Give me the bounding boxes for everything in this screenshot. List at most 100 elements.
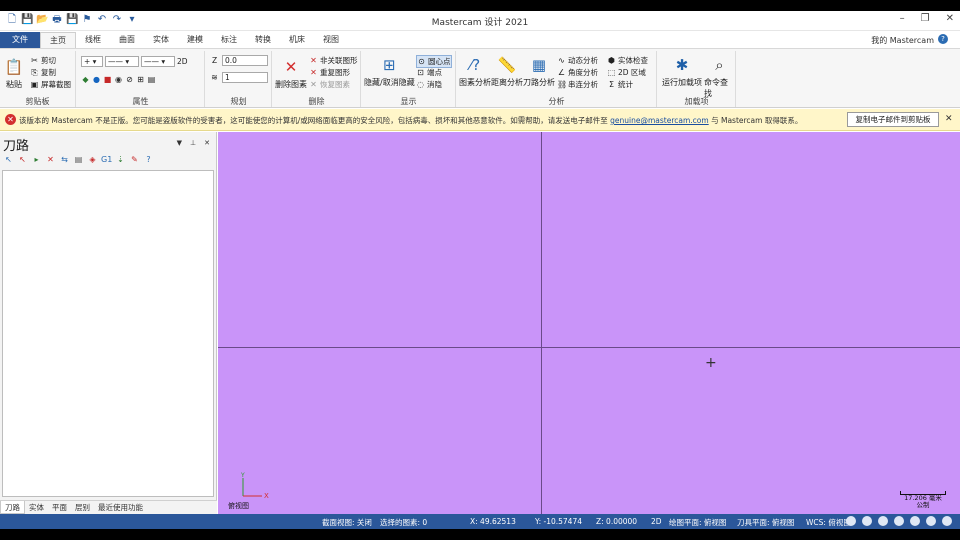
puzzle-icon: ✱ <box>675 56 689 74</box>
simulate-icon[interactable]: ◈ <box>87 154 98 165</box>
close-icon[interactable]: ✕ <box>204 139 210 147</box>
translucent-sphere-icon[interactable] <box>926 516 936 526</box>
gradient-icon[interactable]: ▤ <box>147 75 156 84</box>
x-coordinate: X: 49.62513 <box>470 517 516 526</box>
select-failed-icon[interactable]: ↖ <box>17 154 28 165</box>
solid-check-button[interactable]: ⬢ 实体检查 <box>607 55 648 66</box>
graphics-viewport[interactable]: + Y X 俯视图 17.206 毫米 公制 <box>218 132 960 514</box>
clear-color-icon[interactable]: ⊘ <box>125 75 134 84</box>
help-icon[interactable]: ? <box>143 154 154 165</box>
window-controls: – ❐ ✕ <box>900 13 954 24</box>
email-link[interactable]: genuine@mastercam.com <box>610 116 709 125</box>
panel-tab-recent[interactable]: 最近使用功能 <box>94 501 147 514</box>
blank-button[interactable]: ◌ 消隐 <box>416 79 442 90</box>
chain-analysis-button[interactable]: ⛓ 串连分析 <box>557 79 598 90</box>
post-icon[interactable]: G1 <box>101 154 112 165</box>
area-2d-button[interactable]: ⬚ 2D 区域 <box>607 67 646 78</box>
solid-sphere-icon[interactable] <box>942 516 952 526</box>
delete-ops-icon[interactable]: ✎ <box>129 154 140 165</box>
screenshot-button[interactable]: ▣ 屏幕截图 <box>30 79 71 90</box>
copy-email-button[interactable]: 复制电子邮件到剪贴板 <box>847 112 939 127</box>
entity-analysis-button[interactable]: ⁄? 图素分析 <box>459 55 491 88</box>
line-width-select[interactable]: —— ▾ <box>141 56 175 67</box>
endpoint-button[interactable]: ⊡ 端点 <box>416 67 442 78</box>
z-depth-input[interactable]: 0.0 <box>222 55 268 66</box>
panel-tab-solids[interactable]: 实体 <box>25 501 48 514</box>
statistics-button[interactable]: Σ 统计 <box>607 79 633 90</box>
tab-surfaces[interactable]: 曲面 <box>110 32 144 48</box>
minimize-icon[interactable]: – <box>900 13 905 24</box>
copy-button[interactable]: ⎘ 复制 <box>30 67 56 78</box>
pin-icon[interactable]: ⊥ <box>190 139 196 147</box>
title-bar: 🗋 💾 📂 🖶 💾 ⚑ ↶ ↷ ▾ Mastercam 设计 2021 – ❐ … <box>0 11 960 31</box>
point-color-icon[interactable]: ● <box>92 75 101 84</box>
tab-machine[interactable]: 机床 <box>280 32 314 48</box>
point-style-select[interactable]: + ▾ <box>81 56 103 67</box>
panel-tab-planes[interactable]: 平面 <box>48 501 71 514</box>
verify-icon[interactable]: ▤ <box>73 154 84 165</box>
cplane-status[interactable]: 绘图平面: 俯视图 <box>669 517 726 528</box>
globe-grid-icon[interactable] <box>862 516 872 526</box>
tab-wireframe[interactable]: 线框 <box>76 32 110 48</box>
cut-button[interactable]: ✂ 剪切 <box>30 55 56 66</box>
surface-color-icon[interactable]: ■ <box>103 75 112 84</box>
svg-text:X: X <box>264 492 269 498</box>
shaded-sphere-icon[interactable] <box>894 516 904 526</box>
view-name-label: 俯视图 <box>228 502 249 510</box>
wcs-status[interactable]: WCS: 俯视图 <box>806 517 851 528</box>
scale-unit: 公制 <box>916 501 930 509</box>
tab-drafting[interactable]: 标注 <box>212 32 246 48</box>
angle-analysis-button[interactable]: ∠ 角度分析 <box>557 67 598 78</box>
mode-2d-toggle[interactable]: 2D <box>177 57 188 66</box>
wire-color-icon[interactable]: ◆ <box>81 75 90 84</box>
dynamic-analysis-button[interactable]: ∿ 动态分析 <box>557 55 598 66</box>
tab-transform[interactable]: 转换 <box>246 32 280 48</box>
panel-title: 刀路 <box>3 139 30 154</box>
tab-home[interactable]: 主页 <box>40 32 76 48</box>
group-analyze: ⁄? 图素分析 📏 距离分析 ▦ 刀路分析 ∿ 动态分析 ∠ 角度分析 ⛓ 串连分析 … <box>457 51 657 107</box>
regenerate-icon[interactable]: ▸ <box>31 154 42 165</box>
run-addin-button[interactable]: ✱ 运行加载项 <box>662 55 702 88</box>
backplot-icon[interactable]: ⇆ <box>59 154 70 165</box>
delete-entity-button[interactable]: ✕ 删除图素 <box>275 57 307 90</box>
panel-tab-levels[interactable]: 层别 <box>71 501 94 514</box>
chevron-down-icon[interactable]: ▼ <box>177 139 182 147</box>
globe-icon[interactable] <box>846 516 856 526</box>
selected-entities-status: 选择的图素: 0 <box>380 518 428 527</box>
line-style-select[interactable]: —— ▾ <box>105 56 139 67</box>
tplane-status[interactable]: 刀具平面: 俯视图 <box>737 517 794 528</box>
non-assoc-button[interactable]: ✕ 非关联图形 <box>309 55 357 66</box>
level-input[interactable]: 1 <box>222 72 268 83</box>
paste-icon: 📋 <box>4 58 24 76</box>
restore-button[interactable]: ✕ 恢复图素 <box>309 79 350 90</box>
toolpath-analysis-button[interactable]: ▦ 刀路分析 <box>523 55 555 88</box>
toolpath-tree[interactable] <box>2 170 214 497</box>
mode-2d-status[interactable]: 2D <box>651 517 662 526</box>
chain-icon: ⛓ <box>557 80 568 89</box>
panel-tab-toolpaths[interactable]: 刀路 <box>0 501 25 514</box>
globe-alt-icon[interactable] <box>878 516 888 526</box>
section-view-status[interactable]: 截面视图: 关闭 <box>322 517 372 528</box>
close-icon[interactable]: ✕ <box>946 13 954 24</box>
solid-color-icon[interactable]: ◉ <box>114 75 123 84</box>
distance-analysis-button[interactable]: 📏 距离分析 <box>491 55 523 88</box>
tab-solids[interactable]: 实体 <box>144 32 178 48</box>
command-find-button[interactable]: ⌕ 命令查找 <box>704 55 735 99</box>
mastercam-window: 🗋 💾 📂 🖶 💾 ⚑ ↶ ↷ ▾ Mastercam 设计 2021 – ❐ … <box>0 11 960 529</box>
tab-view[interactable]: 视图 <box>314 32 348 48</box>
regenerate-dirty-icon[interactable]: ✕ <box>45 154 56 165</box>
highfeed-icon[interactable]: ⇣ <box>115 154 126 165</box>
hide-unhide-button[interactable]: ⊞ 隐藏/取消隐藏 <box>364 55 415 88</box>
restore-icon[interactable]: ❐ <box>921 13 930 24</box>
close-icon[interactable]: ✕ <box>945 114 953 124</box>
select-all-icon[interactable]: ↖ <box>3 154 14 165</box>
my-mastercam-link[interactable]: 我的 Mastercam <box>871 35 934 46</box>
help-icon[interactable]: ? <box>938 34 948 44</box>
tab-model-prep[interactable]: 建模 <box>178 32 212 48</box>
duplicate-button[interactable]: ✕ 重复图形 <box>309 67 350 78</box>
wire-sphere-icon[interactable] <box>910 516 920 526</box>
set-all-icon[interactable]: ⊞ <box>136 75 145 84</box>
endpoint-icon: ⊡ <box>417 68 424 77</box>
paste-button[interactable]: 📋 粘贴 <box>4 57 24 90</box>
tab-file[interactable]: 文件 <box>0 32 40 48</box>
